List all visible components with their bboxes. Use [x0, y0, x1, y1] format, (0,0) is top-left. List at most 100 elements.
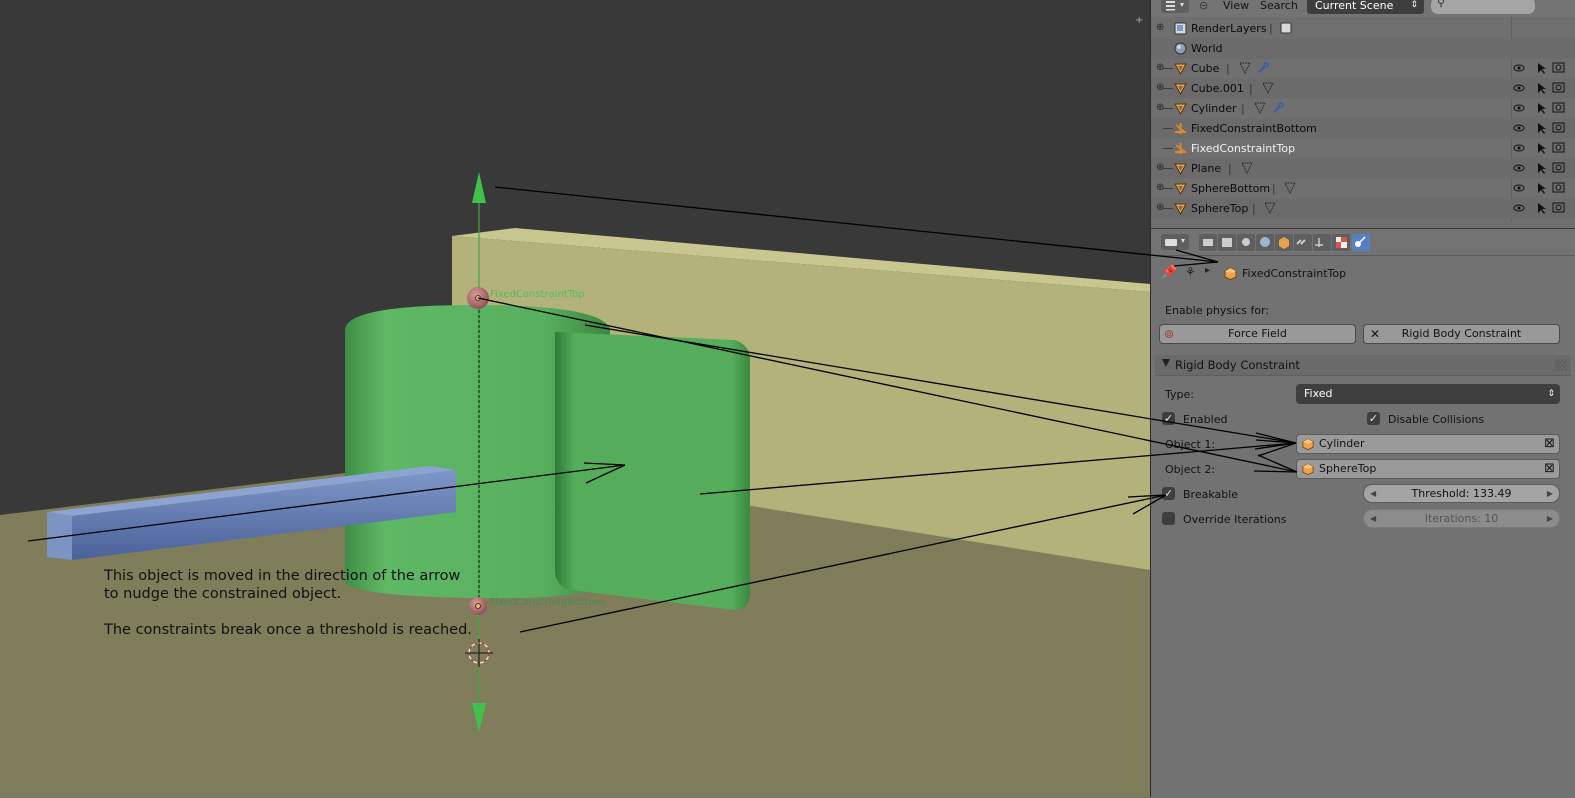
outliner-header: ⊝ View Search Current Scene ⇕ ⚲	[1151, 0, 1575, 17]
mesh-object-icon	[1174, 83, 1187, 95]
menu-view[interactable]: View	[1223, 0, 1249, 12]
tab-render[interactable]	[1199, 234, 1217, 251]
clear-field-x-icon[interactable]: ⊠	[1544, 435, 1555, 453]
tab-render-layers[interactable]	[1218, 234, 1236, 251]
renderlayers-icon	[1174, 22, 1187, 35]
type-dropdown[interactable]: Fixed ⇕	[1296, 384, 1560, 404]
mesh-object-icon	[1174, 203, 1187, 215]
editor-type-properties-icon[interactable]	[1161, 234, 1189, 251]
decrement-arrow-icon: ◀	[1370, 514, 1377, 523]
outliner: ⊝ View Search Current Scene ⇕ ⚲ ⊕ Render…	[1151, 0, 1575, 228]
mesh-object-icon	[1174, 63, 1187, 75]
override-iterations-label: Override Iterations	[1183, 513, 1287, 526]
outliner-row-cylinder[interactable]: ⊕ Cylinder |	[1151, 99, 1575, 119]
mesh-data-icon	[1262, 82, 1274, 94]
properties-editor: 📌 ⚘ ▸ FixedConstraintTop Enable physics …	[1151, 228, 1575, 798]
pin-icon[interactable]: 📌	[1161, 265, 1177, 280]
tab-object[interactable]	[1275, 234, 1293, 251]
enabled-checkbox[interactable]: ✓	[1162, 412, 1175, 425]
label-fixed-constraint-bottom: FixedConstraintBottom	[490, 597, 605, 608]
mesh-object-icon	[1174, 183, 1187, 195]
threshold-field[interactable]: ◀ Threshold: 133.49 ▶	[1363, 484, 1560, 503]
outliner-item-label: Cube.001	[1191, 82, 1244, 95]
tab-physics[interactable]	[1352, 234, 1370, 251]
collapse-icon[interactable]: ⊝	[1199, 0, 1208, 12]
iterations-field[interactable]: ◀ Iterations: 10 ▶	[1363, 509, 1560, 528]
object-cube-icon	[1224, 267, 1237, 280]
outliner-row-spherebottom[interactable]: ⊕ SphereBottom |	[1151, 179, 1575, 199]
3d-viewport[interactable]: FixedConstraintTop FixedConstraintBottom…	[0, 0, 1150, 797]
remove-x-icon: ✕	[1370, 327, 1381, 341]
breakable-checkbox[interactable]: ✓	[1162, 487, 1175, 500]
force-field-button[interactable]: ⊚ Force Field	[1159, 324, 1356, 344]
breakable-label: Breakable	[1183, 488, 1239, 501]
blue-bar-front	[47, 512, 72, 560]
object2-label: Object 2:	[1165, 463, 1216, 476]
outliner-row-renderlayers[interactable]: ⊕ RenderLayers |	[1151, 19, 1575, 39]
annotation-line-1: This object is moved in the direction of…	[104, 568, 461, 584]
display-mode-select[interactable]: Current Scene ⇕	[1307, 0, 1424, 14]
outliner-row-world[interactable]: World	[1151, 39, 1575, 59]
outliner-search-input[interactable]: ⚲	[1431, 0, 1535, 14]
outliner-item-label: SphereBottom	[1191, 182, 1271, 195]
tab-constraints[interactable]	[1294, 234, 1312, 251]
tab-object-data[interactable]	[1313, 234, 1331, 251]
outliner-row-cube[interactable]: ⊕ Cube |	[1151, 59, 1575, 79]
decrement-arrow-icon[interactable]: ◀	[1370, 485, 1376, 502]
right-panels: ⊝ View Search Current Scene ⇕ ⚲ ⊕ Render…	[1150, 0, 1575, 798]
modifier-wrench-icon	[1273, 102, 1284, 113]
disable-collisions-label: Disable Collisions	[1388, 413, 1485, 426]
tab-world[interactable]	[1256, 234, 1274, 251]
mesh-object-icon	[1174, 163, 1187, 175]
object-cube-icon	[1302, 463, 1314, 475]
scene-icon: ⚘	[1185, 265, 1196, 279]
outliner-item-label: RenderLayers	[1191, 22, 1267, 35]
tab-scene[interactable]	[1237, 234, 1255, 251]
modifier-wrench-icon	[1258, 62, 1269, 73]
increment-arrow-icon: ▶	[1546, 514, 1553, 523]
mesh-data-icon	[1239, 62, 1251, 74]
dropdown-arrows-icon: ⇕	[1547, 389, 1555, 399]
annotation-line-2: to nudge the constrained object.	[104, 586, 342, 602]
outliner-item-label: World	[1191, 42, 1223, 55]
scene-render	[0, 172, 1150, 797]
disable-collisions-checkbox[interactable]: ✓	[1367, 412, 1380, 425]
override-iterations-checkbox[interactable]	[1162, 512, 1175, 525]
outliner-item-label: FixedConstraintBottom	[1191, 122, 1317, 135]
tab-texture[interactable]	[1332, 234, 1350, 251]
increment-arrow-icon[interactable]: ▶	[1547, 485, 1553, 502]
rigid-body-constraint-button[interactable]: ✕ Rigid Body Constraint	[1363, 324, 1560, 344]
mesh-object-icon	[1174, 103, 1187, 115]
renderlayer-sub-icon	[1280, 22, 1292, 34]
expand-icon[interactable]: ⊕	[1156, 23, 1165, 33]
mesh-data-icon	[1254, 102, 1266, 114]
context-breadcrumb: 📌 ⚘ ▸ FixedConstraintTop	[1151, 263, 1575, 283]
collapse-triangle-icon	[1162, 359, 1170, 367]
editor-type-icon[interactable]	[1161, 0, 1189, 14]
visibility-columns[interactable]	[1513, 59, 1575, 219]
outliner-row-fixedconstrainttop[interactable]: FixedConstraintTop	[1151, 139, 1575, 159]
select-arrows-icon: ⇕	[1410, 0, 1418, 10]
outliner-item-label: Plane	[1191, 162, 1222, 175]
mesh-data-icon	[1284, 182, 1296, 194]
clear-field-x-icon[interactable]: ⊠	[1544, 460, 1555, 478]
outliner-row-plane[interactable]: ⊕ Plane |	[1151, 159, 1575, 179]
force-field-icon: ⊚	[1164, 327, 1175, 341]
annotation-line-3: The constraints break once a threshold i…	[104, 622, 472, 638]
type-label: Type:	[1165, 388, 1194, 401]
object1-field[interactable]: Cylinder ⊠	[1296, 434, 1560, 454]
drag-handle-icon[interactable]	[1555, 359, 1567, 371]
outliner-item-label: Cube	[1191, 62, 1220, 75]
menu-search[interactable]: Search	[1260, 0, 1298, 12]
outliner-item-label: SphereTop	[1191, 202, 1249, 215]
rigid-body-constraint-panel-header[interactable]: Rigid Body Constraint	[1155, 355, 1571, 376]
viewport-corner-plus-icon[interactable]: +	[1135, 15, 1143, 26]
mesh-data-icon	[1264, 202, 1276, 214]
outliner-row-cube001[interactable]: ⊕ Cube.001 |	[1151, 79, 1575, 99]
properties-tabs	[1151, 229, 1575, 256]
object2-field[interactable]: SphereTop ⊠	[1296, 459, 1560, 479]
mesh-data-icon	[1241, 162, 1253, 174]
outliner-row-fixedconstraintbottom[interactable]: FixedConstraintBottom	[1151, 119, 1575, 139]
outliner-row-spheretop[interactable]: ⊕ SphereTop |	[1151, 199, 1575, 219]
box-part	[555, 332, 750, 610]
